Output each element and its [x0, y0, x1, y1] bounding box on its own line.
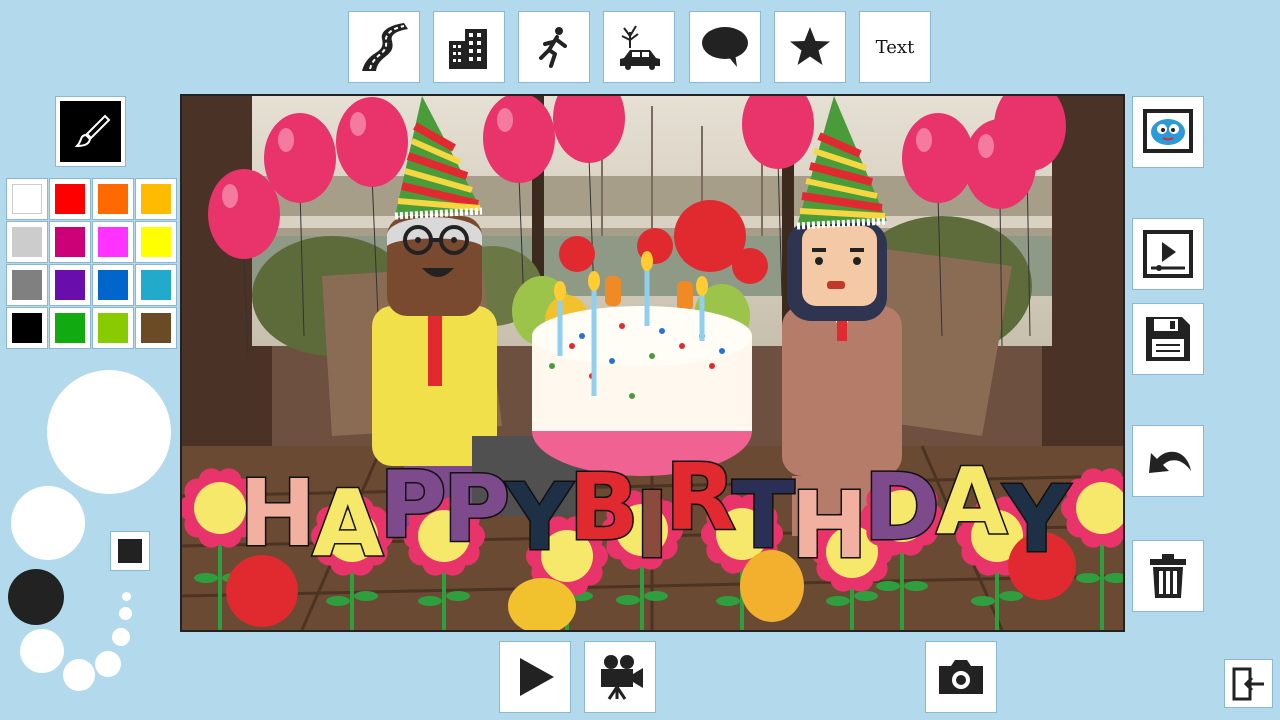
- color-swatch-fill: [12, 227, 42, 257]
- undo-icon: [1149, 451, 1191, 473]
- color-swatch-fill: [141, 184, 171, 214]
- color-swatch[interactable]: [135, 307, 177, 349]
- screenshot-button[interactable]: [925, 641, 997, 713]
- play-button[interactable]: [499, 641, 571, 713]
- color-swatch[interactable]: [49, 307, 91, 349]
- title-letter: I: [633, 470, 670, 580]
- star-icon: [790, 27, 830, 65]
- mascot-gallery-button[interactable]: [1132, 96, 1204, 168]
- color-swatch[interactable]: [92, 307, 134, 349]
- road-tool-button[interactable]: [348, 11, 420, 83]
- color-swatch-fill: [12, 184, 42, 214]
- color-swatch-fill: [141, 270, 171, 300]
- brush-tool-selected: [60, 101, 121, 162]
- brush-size-mini[interactable]: [119, 607, 132, 620]
- record-video-button[interactable]: [584, 641, 656, 713]
- title-letter: P: [441, 454, 511, 564]
- title-letter: A: [311, 468, 385, 578]
- color-swatch[interactable]: [135, 264, 177, 306]
- title-letter: A: [935, 446, 1009, 556]
- brush-size-medium-selected[interactable]: [8, 569, 64, 625]
- title-letter: Y: [1002, 464, 1072, 574]
- video-player-icon: [1143, 230, 1193, 278]
- camera-icon: [939, 660, 983, 694]
- color-swatch-fill: [98, 227, 128, 257]
- road-icon: [362, 23, 408, 71]
- title-letter: P: [378, 450, 448, 560]
- brush-size-micro[interactable]: [122, 592, 131, 601]
- title-letter: Y: [505, 462, 575, 572]
- exit-button[interactable]: [1224, 659, 1273, 708]
- color-swatch[interactable]: [6, 264, 48, 306]
- color-swatch[interactable]: [6, 178, 48, 220]
- color-palette: [6, 178, 177, 350]
- characters-tool-button[interactable]: [518, 11, 590, 83]
- color-swatch-fill: [141, 313, 171, 343]
- title-letter: D: [862, 452, 941, 562]
- title-letter: H: [789, 470, 869, 580]
- paintbrush-icon: [74, 114, 110, 147]
- play-icon: [520, 658, 554, 696]
- color-swatch-fill: [55, 313, 85, 343]
- brush-size-xlarge[interactable]: [47, 370, 171, 494]
- color-swatch-fill: [98, 184, 128, 214]
- color-swatch[interactable]: [49, 178, 91, 220]
- title-letter: B: [567, 452, 640, 562]
- color-swatch[interactable]: [92, 264, 134, 306]
- running-person-icon: [539, 27, 567, 68]
- square-brush-icon: [118, 539, 142, 563]
- scene-tool-button[interactable]: [603, 11, 675, 83]
- undo-button[interactable]: [1132, 425, 1204, 497]
- color-swatch[interactable]: [135, 221, 177, 263]
- color-swatch[interactable]: [49, 221, 91, 263]
- title-letter: T: [730, 460, 796, 570]
- color-swatch-fill: [12, 313, 42, 343]
- color-swatch-fill: [55, 270, 85, 300]
- brush-shape-square-button[interactable]: [110, 531, 150, 571]
- color-swatch-fill: [98, 313, 128, 343]
- happy-birthday-title: HAPPYBIRTHDAY: [182, 442, 1123, 580]
- play-slideshow-button[interactable]: [1132, 218, 1204, 290]
- trash-icon: [1150, 554, 1186, 598]
- delete-button[interactable]: [1132, 540, 1204, 612]
- color-swatch[interactable]: [6, 221, 48, 263]
- color-swatch-fill: [55, 184, 85, 214]
- color-swatch[interactable]: [92, 221, 134, 263]
- title-letter: H: [238, 458, 318, 568]
- text-tool-label: Text: [875, 36, 915, 58]
- color-swatch-fill: [55, 227, 85, 257]
- color-swatch[interactable]: [135, 178, 177, 220]
- save-button[interactable]: [1132, 303, 1204, 375]
- speech-bubble-icon: [702, 27, 748, 67]
- brush-tool-button[interactable]: [55, 96, 126, 167]
- color-swatch[interactable]: [92, 178, 134, 220]
- drawing-canvas[interactable]: HAPPYBIRTHDAY: [180, 94, 1125, 632]
- buildings-tool-button[interactable]: [433, 11, 505, 83]
- brush-size-xsmall[interactable]: [95, 651, 121, 677]
- mascot-icon: [1143, 109, 1193, 153]
- exit-door-icon: [1232, 667, 1264, 700]
- text-tool-button[interactable]: Text: [859, 11, 931, 83]
- speech-bubble-tool-button[interactable]: [689, 11, 761, 83]
- color-swatch-fill: [141, 227, 171, 257]
- movie-camera-icon: [601, 655, 643, 700]
- title-letter: R: [664, 442, 738, 552]
- color-swatch-fill: [98, 270, 128, 300]
- color-swatch-fill: [12, 270, 42, 300]
- brush-size-small[interactable]: [63, 659, 95, 691]
- buildings-icon: [449, 29, 487, 69]
- brush-size-tiny[interactable]: [112, 628, 130, 646]
- tree-car-icon: [620, 25, 660, 70]
- color-swatch[interactable]: [49, 264, 91, 306]
- star-tool-button[interactable]: [774, 11, 846, 83]
- brush-size-medium[interactable]: [20, 629, 64, 673]
- brush-size-large[interactable]: [11, 486, 85, 560]
- floppy-disk-icon: [1146, 317, 1190, 361]
- color-swatch[interactable]: [6, 307, 48, 349]
